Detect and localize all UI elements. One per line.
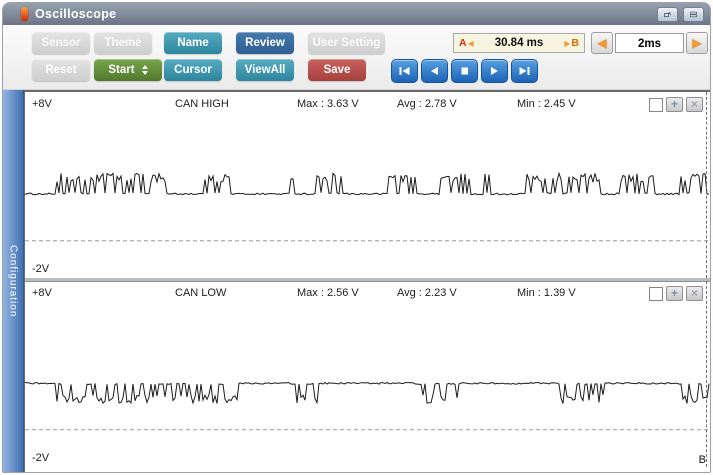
step-back-icon — [431, 67, 438, 75]
y-min-label: -2V — [32, 452, 50, 464]
reset-button[interactable]: Reset — [32, 59, 90, 81]
step-back-button[interactable] — [421, 59, 448, 83]
viewall-button[interactable]: ViewAll — [236, 59, 294, 81]
popout-window-icon — [664, 11, 671, 17]
play-icon — [491, 67, 498, 75]
title-bar: Oscilloscope — [3, 3, 710, 25]
cursor-button[interactable]: Cursor — [164, 59, 222, 81]
channel-can-high: +8V CAN HIGH Max : 3.63 V Avg : 2.78 V M… — [25, 92, 710, 278]
window-title: Oscilloscope — [35, 7, 117, 21]
close-channel-button[interactable]: × — [686, 97, 703, 112]
main-area: Configuration +8V CAN HIGH Max : 3.63 V … — [3, 90, 710, 472]
timebase-decrease-button[interactable]: ◀ — [591, 32, 613, 54]
cursor-b-control[interactable]: ▶ B — [564, 37, 579, 49]
theme-button[interactable]: Theme — [94, 32, 152, 54]
channel-name: CAN LOW — [175, 287, 227, 299]
configuration-tab-label: Configuration — [7, 245, 19, 318]
cursor-b-label: B — [571, 37, 579, 49]
skip-to-start-button[interactable] — [391, 59, 418, 83]
skip-to-start-icon — [399, 67, 410, 75]
stop-icon — [461, 67, 468, 75]
user-setting-button[interactable]: User Setting — [308, 32, 385, 54]
avg-readout: Avg : 2.78 V — [397, 98, 457, 110]
zoom-in-channel-button[interactable]: + — [666, 97, 683, 112]
skip-to-end-icon — [519, 67, 530, 75]
close-icon: × — [690, 97, 698, 111]
cursor-b-line[interactable] — [706, 92, 707, 278]
cursor-a-arrow-icon: ◀ — [467, 38, 474, 48]
start-button[interactable]: Start — [94, 59, 162, 81]
avg-readout: Avg : 2.23 V — [397, 287, 457, 299]
toolbar: Sensor Theme Name Review User Setting Re… — [3, 25, 710, 90]
oscilloscope-window: Oscilloscope Sensor Theme Name Review Us… — [2, 2, 711, 473]
channel-container: +8V CAN HIGH Max : 3.63 V Avg : 2.78 V M… — [24, 90, 710, 472]
y-max-label: +8V — [32, 98, 52, 110]
popout-window-button[interactable] — [657, 6, 678, 22]
ab-time-value: 30.84 ms — [494, 37, 544, 49]
cursor-b-arrow-icon: ▶ — [564, 38, 571, 48]
channel-controls: + × — [649, 286, 703, 301]
left-arrow-icon: ◀ — [597, 36, 607, 50]
skip-to-end-button[interactable] — [511, 59, 538, 83]
ab-cursor-readout: A ◀ 30.84 ms ▶ B — [453, 33, 585, 53]
close-icon: × — [690, 286, 698, 300]
can-high-waveform — [25, 92, 710, 278]
cursor-a-label: A — [459, 37, 467, 49]
review-button[interactable]: Review — [236, 32, 294, 54]
y-min-label: -2V — [32, 263, 50, 275]
cursor-b-marker: B — [698, 454, 706, 466]
right-arrow-icon: ▶ — [692, 36, 702, 50]
cursor-b-line[interactable] — [706, 281, 707, 467]
min-readout: Min : 1.39 V — [517, 287, 576, 299]
channel-can-low: +8V CAN LOW Max : 2.56 V Avg : 2.23 V Mi… — [25, 278, 710, 467]
stop-button[interactable] — [451, 59, 478, 83]
sensor-button[interactable]: Sensor — [32, 32, 90, 54]
y-max-label: +8V — [32, 287, 52, 299]
zoom-in-channel-button[interactable]: + — [666, 286, 683, 301]
plus-icon: + — [670, 286, 678, 300]
start-button-label: Start — [108, 64, 135, 76]
channel-controls: + × — [649, 97, 703, 112]
channel-select-checkbox[interactable] — [649, 286, 663, 301]
cursor-a-control[interactable]: A ◀ — [459, 37, 474, 49]
channel-select-checkbox[interactable] — [649, 97, 663, 112]
timebase-increase-button[interactable]: ▶ — [686, 32, 708, 54]
can-low-waveform — [25, 281, 710, 467]
max-readout: Max : 2.56 V — [297, 287, 359, 299]
app-icon — [21, 7, 28, 21]
plus-icon: + — [670, 97, 678, 111]
save-button[interactable]: Save — [308, 59, 366, 81]
play-button[interactable] — [481, 59, 508, 83]
tile-windows-button[interactable] — [683, 6, 704, 22]
max-readout: Max : 3.63 V — [297, 98, 359, 110]
tile-windows-icon — [690, 11, 697, 17]
min-readout: Min : 2.45 V — [517, 98, 576, 110]
start-spinner-icon — [141, 64, 148, 75]
name-button[interactable]: Name — [164, 32, 222, 54]
close-channel-button[interactable]: × — [686, 286, 703, 301]
channel-name: CAN HIGH — [175, 98, 229, 110]
timebase-value[interactable]: 2ms — [615, 33, 684, 53]
configuration-panel-tab[interactable]: Configuration — [3, 90, 24, 472]
